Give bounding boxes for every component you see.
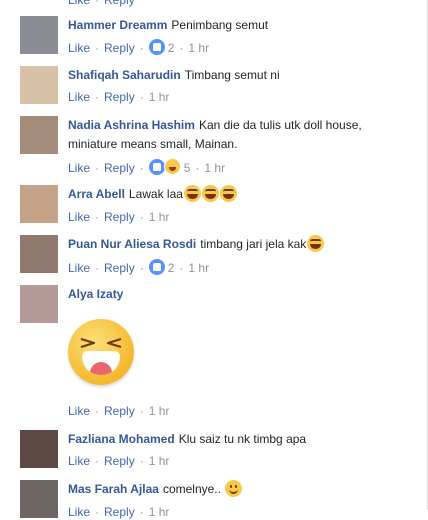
- comment-text: Timbang semut ni: [184, 68, 280, 82]
- reply-link[interactable]: Reply: [104, 90, 135, 104]
- avatar[interactable]: [20, 66, 58, 104]
- commenter-name[interactable]: Arra Abell: [68, 187, 125, 201]
- laughing-emoji-icon: [219, 185, 237, 202]
- comment-actions: Like · Reply: [68, 0, 135, 8]
- reply-link[interactable]: Reply: [104, 505, 135, 519]
- comment-body: Fazliana Mohamed Klu saiz tu nk timbg apa: [68, 430, 408, 449]
- comment-actions: Like · Reply · 5 · 1 hr: [68, 158, 225, 176]
- comment-body: Mas Farah Ajlaa comelnye..: [68, 480, 408, 499]
- smile-emoji-icon: [225, 480, 243, 497]
- comment-body: Arra Abell Lawak laa: [68, 185, 408, 204]
- reaction-count[interactable]: 5: [184, 161, 191, 175]
- avatar[interactable]: [20, 116, 58, 154]
- laughing-emoji-icon: [201, 185, 219, 202]
- sticker-eye-icon: [80, 337, 96, 349]
- avatar[interactable]: [20, 285, 58, 323]
- comment-actions: Like · Reply · 1 hr: [68, 454, 170, 468]
- like-reaction-icon[interactable]: [148, 39, 165, 55]
- sticker-eye-icon: [106, 337, 122, 349]
- comment-item: Alya Izaty Like · Reply · 1 hr: [20, 285, 420, 420]
- timestamp[interactable]: 1 hr: [204, 161, 225, 175]
- reply-link[interactable]: Reply: [104, 404, 135, 418]
- like-link[interactable]: Like: [68, 0, 90, 7]
- commenter-name[interactable]: Nadia Ashrina Hashim: [68, 118, 195, 132]
- comment-body: Shafiqah Saharudin Timbang semut ni: [68, 66, 408, 85]
- timestamp[interactable]: 1 hr: [149, 505, 170, 519]
- like-link[interactable]: Like: [68, 210, 90, 224]
- comment-item: Puan Nur Aliesa Rosdi timbang jari jela k…: [20, 235, 420, 280]
- reply-link[interactable]: Reply: [104, 261, 135, 275]
- comment-text: Klu saiz tu nk timbg apa: [178, 432, 307, 446]
- comment-actions: Like · Reply · 1 hr: [68, 505, 170, 519]
- comment-item: Mas Farah Ajlaa comelnye.. Like · Reply · 1 h…: [20, 480, 420, 519]
- comment-actions: Like · Reply · 1 hr: [68, 404, 170, 418]
- comment-text: timbang jari jela kak: [200, 237, 307, 251]
- reply-link[interactable]: Reply: [104, 0, 135, 7]
- laughing-emoji-icon: [183, 185, 201, 202]
- like-link[interactable]: Like: [68, 90, 90, 104]
- like-reaction-icon[interactable]: [148, 259, 165, 275]
- timestamp[interactable]: 1 hr: [149, 404, 170, 418]
- avatar[interactable]: [20, 235, 58, 273]
- like-link[interactable]: Like: [68, 161, 90, 175]
- like-link[interactable]: Like: [68, 505, 90, 519]
- comment-text: Lawak laa: [128, 187, 183, 201]
- commenter-name[interactable]: Puan Nur Aliesa Rosdi: [68, 237, 196, 251]
- like-link[interactable]: Like: [68, 454, 90, 468]
- timestamp[interactable]: 1 hr: [149, 454, 170, 468]
- comment-partial-top: Like · Reply: [20, 0, 420, 7]
- avatar[interactable]: [20, 430, 58, 468]
- comment-actions: Like · Reply · 2 · 1 hr: [68, 39, 210, 55]
- reaction-count[interactable]: 2: [168, 261, 175, 275]
- comment-body: Puan Nur Aliesa Rosdi timbang jari jela k…: [68, 235, 408, 254]
- commenter-name[interactable]: Shafiqah Saharudin: [68, 68, 181, 82]
- laughing-emoji-icon: [307, 235, 325, 252]
- comment-text: comelnye..: [162, 482, 221, 496]
- comment-item: Fazliana Mohamed Klu saiz tu nk timbg apa…: [20, 430, 420, 475]
- comment-item: Nadia Ashrina Hashim Kan die da tulis utk…: [20, 116, 420, 178]
- avatar[interactable]: [20, 185, 58, 223]
- like-link[interactable]: Like: [68, 41, 90, 55]
- laughing-sticker[interactable]: [68, 319, 134, 385]
- comment-actions: Like · Reply · 1 hr: [68, 90, 170, 104]
- commenter-name[interactable]: Mas Farah Ajlaa: [68, 482, 159, 496]
- reply-link[interactable]: Reply: [104, 210, 135, 224]
- comment-actions: Like · Reply · 1 hr: [68, 210, 170, 224]
- reply-link[interactable]: Reply: [104, 161, 135, 175]
- commenter-name[interactable]: Hammer Dreamm: [68, 18, 167, 32]
- commenter-name[interactable]: Fazliana Mohamed: [68, 432, 175, 446]
- like-link[interactable]: Like: [68, 261, 90, 275]
- comment-body: Alya Izaty: [68, 285, 408, 304]
- reply-link[interactable]: Reply: [104, 454, 135, 468]
- timestamp[interactable]: 1 hr: [149, 90, 170, 104]
- haha-reaction-icon[interactable]: [163, 158, 181, 175]
- reaction-count[interactable]: 2: [168, 41, 175, 55]
- comment-body: Hammer Dreamm Penimbang semut: [68, 16, 408, 35]
- comment-item: Arra Abell Lawak laa Like · Reply · 1 hr: [20, 185, 420, 230]
- like-link[interactable]: Like: [68, 404, 90, 418]
- comment-body: Nadia Ashrina Hashim Kan die da tulis utk…: [68, 116, 408, 154]
- comment-actions: Like · Reply · 2 · 1 hr: [68, 259, 210, 275]
- timestamp[interactable]: 1 hr: [188, 261, 209, 275]
- timestamp[interactable]: 1 hr: [188, 41, 209, 55]
- comment-item: Hammer Dreamm Penimbang semut Like · Reply ·…: [20, 16, 420, 61]
- timestamp[interactable]: 1 hr: [149, 210, 170, 224]
- avatar[interactable]: [20, 16, 58, 54]
- comment-item: Shafiqah Saharudin Timbang semut ni Like ·…: [20, 66, 420, 111]
- sticker-mouth: [82, 351, 120, 375]
- avatar[interactable]: [20, 480, 58, 518]
- like-reaction-icon[interactable]: [148, 159, 165, 175]
- commenter-name[interactable]: Alya Izaty: [68, 287, 123, 301]
- reply-link[interactable]: Reply: [104, 41, 135, 55]
- comment-text: Penimbang semut: [171, 18, 269, 32]
